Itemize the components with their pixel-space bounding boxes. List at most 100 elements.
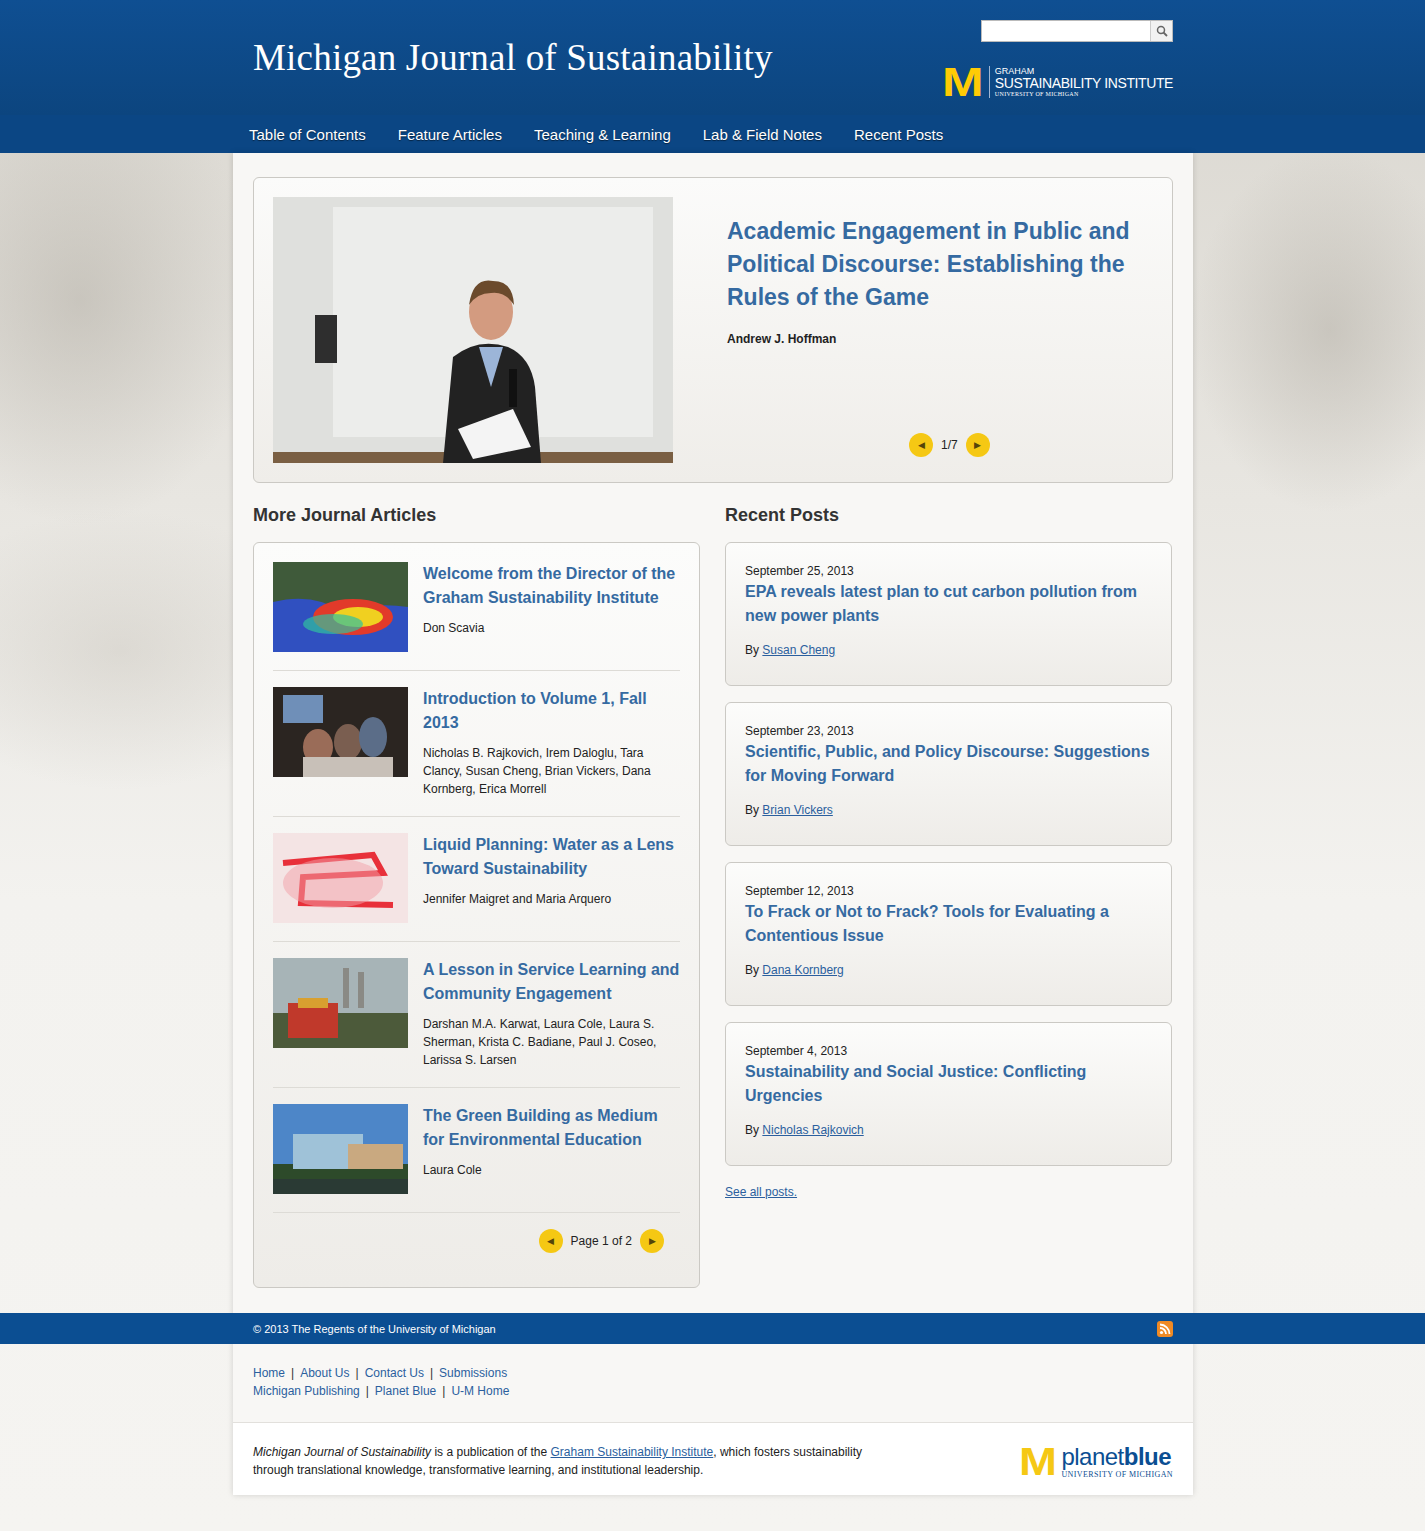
- feature-author: Andrew J. Hoffman: [727, 332, 1153, 346]
- article-title[interactable]: Welcome from the Director of the Graham …: [423, 565, 675, 606]
- post-date: September 23, 2013: [745, 722, 1152, 740]
- pager: ◀ 1/7 ▶: [909, 433, 1153, 457]
- post-title[interactable]: Scientific, Public, and Policy Discourse…: [745, 743, 1150, 784]
- footer-link[interactable]: Michigan Publishing: [253, 1384, 360, 1398]
- article-photo-icon: [273, 562, 408, 652]
- page-container: Academic Engagement in Public and Politi…: [233, 153, 1193, 1495]
- nav-item[interactable]: Feature Articles: [382, 126, 518, 143]
- nav-item[interactable]: Table of Contents: [233, 126, 382, 143]
- post-card: September 23, 2013 Scientific, Public, an…: [725, 702, 1172, 846]
- logo-divider: [989, 66, 990, 98]
- article-authors: Laura Cole: [423, 1161, 680, 1179]
- article-item: The Green Building as Medium for Environ…: [273, 1088, 680, 1213]
- previous-button[interactable]: ◀: [909, 433, 933, 457]
- article-authors: Jennifer Maigret and Maria Arquero: [423, 890, 680, 908]
- post-card: September 25, 2013EPA reveals latest pla…: [725, 542, 1172, 686]
- search-box: [981, 20, 1173, 42]
- post-title[interactable]: EPA reveals latest plan to cut carbon po…: [745, 583, 1137, 624]
- article-item: Liquid Planning: Water as a Lens Toward …: [273, 817, 680, 942]
- byline-label: By: [745, 1123, 759, 1137]
- search-button[interactable]: [1150, 21, 1172, 41]
- footer-bar: © 2013 The Regents of the University of …: [0, 1313, 1425, 1344]
- section-heading: More Journal Articles: [253, 505, 700, 526]
- pager-label: 1/7: [941, 438, 958, 452]
- byline-label: By: [745, 963, 759, 977]
- footer-link-row: Michigan Publishing | Planet Blue | U-M Home: [253, 1382, 1173, 1400]
- footer-link[interactable]: Planet Blue: [375, 1384, 436, 1398]
- footer-link[interactable]: Contact Us: [365, 1366, 424, 1380]
- magnifier-icon: [1156, 25, 1168, 37]
- site-title[interactable]: Michigan Journal of Sustainability: [253, 0, 773, 102]
- article-thumbnail[interactable]: [273, 1104, 408, 1194]
- institute-link[interactable]: Graham Sustainability Institute: [551, 1445, 714, 1459]
- logo-line: SUSTAINABILITY INSTITUTE: [995, 76, 1173, 91]
- link-separator: |: [442, 1384, 445, 1398]
- article-item: Welcome from the Director of the Graham …: [273, 562, 680, 671]
- post-card: September 12, 2013 To Frack or Not to Fra…: [725, 862, 1172, 1006]
- post-author[interactable]: Susan Cheng: [762, 643, 835, 657]
- link-separator: |: [356, 1366, 359, 1380]
- speaker-photo-icon: [273, 197, 673, 463]
- nav-item[interactable]: Recent Posts: [838, 126, 959, 143]
- planet-blue-logo[interactable]: MplanetblueUNIVERSITY OF MICHIGAN: [1022, 1443, 1173, 1481]
- post-date: September 4, 2013: [745, 1042, 1152, 1060]
- logo-word: blue: [1124, 1443, 1171, 1470]
- logo-mark: M: [942, 62, 981, 102]
- nav-item[interactable]: Lab & Field Notes: [687, 126, 838, 143]
- link-separator: |: [430, 1366, 433, 1380]
- footer-link[interactable]: Home: [253, 1366, 285, 1380]
- rss-icon[interactable]: [1157, 1321, 1173, 1337]
- main-nav: Table of ContentsFeature ArticlesTeachin…: [0, 115, 1425, 153]
- article-title[interactable]: The Green Building as Medium for Environ…: [423, 1107, 658, 1148]
- article-thumbnail[interactable]: [273, 958, 408, 1048]
- see-all-link[interactable]: See all posts.: [725, 1185, 797, 1199]
- pager-label: Page 1 of 2: [571, 1234, 632, 1248]
- post-author[interactable]: Brian Vickers: [762, 803, 832, 817]
- nav-item[interactable]: Teaching & Learning: [518, 126, 687, 143]
- previous-button[interactable]: ◀: [539, 1229, 563, 1253]
- article-thumbnail[interactable]: [273, 562, 408, 652]
- feature-slider: Academic Engagement in Public and Politi…: [253, 177, 1173, 483]
- feature-photo[interactable]: [273, 197, 673, 463]
- next-button[interactable]: ▶: [640, 1229, 664, 1253]
- search-input[interactable]: [982, 21, 1150, 41]
- footer-link[interactable]: U-M Home: [451, 1384, 509, 1398]
- post-title[interactable]: To Frack or Not to Frack? Tools for Eval…: [745, 903, 1109, 944]
- article-authors: Darshan M.A. Karwat, Laura Cole, Laura S…: [423, 1015, 680, 1069]
- article-photo-icon: [273, 687, 408, 777]
- article-title[interactable]: A Lesson in Service Learning and Communi…: [423, 961, 679, 1002]
- logo-line: UNIVERSITY OF MICHIGAN: [995, 91, 1173, 97]
- articles-card: Welcome from the Director of the Graham …: [253, 542, 700, 1288]
- article-photo-icon: [273, 1104, 408, 1194]
- footer-link-row: Home | About Us | Contact Us | Submissions: [253, 1364, 1173, 1382]
- footer-link[interactable]: Submissions: [439, 1366, 507, 1380]
- post-author[interactable]: Dana Kornberg: [762, 963, 843, 977]
- graham-institute-logo[interactable]: MGRAHAMSUSTAINABILITY INSTITUTEUNIVERSIT…: [946, 62, 1173, 102]
- article-photo-icon: [273, 833, 408, 923]
- link-separator: |: [291, 1366, 294, 1380]
- post-card: September 4, 2013 Sustainability and Soci…: [725, 1022, 1172, 1166]
- link-separator: |: [366, 1384, 369, 1398]
- article-item: A Lesson in Service Learning and Communi…: [273, 942, 680, 1088]
- about-band: Michigan Journal of Sustainability is a …: [233, 1422, 1193, 1495]
- next-button[interactable]: ▶: [966, 433, 990, 457]
- article-item: Introduction to Volume 1, Fall 2013 Nicho…: [273, 671, 680, 817]
- about-fragment: is a publication of the: [431, 1445, 550, 1459]
- article-authors: Nicholas B. Rajkovich, Irem Daloglu, Tar…: [423, 744, 680, 798]
- footer-link[interactable]: About Us: [300, 1366, 349, 1380]
- post-author[interactable]: Nicholas Rajkovich: [762, 1123, 863, 1137]
- copyright: © 2013 The Regents of the University of …: [253, 1323, 496, 1335]
- post-title[interactable]: Sustainability and Social Justice: Confl…: [745, 1063, 1086, 1104]
- article-title[interactable]: Liquid Planning: Water as a Lens Toward …: [423, 836, 674, 877]
- byline-label: By: [745, 803, 759, 817]
- article-thumbnail[interactable]: [273, 687, 408, 777]
- article-thumbnail[interactable]: [273, 833, 408, 923]
- pager: ◀ Page 1 of 2 ▶: [273, 1229, 664, 1253]
- logo-line: GRAHAM: [995, 67, 1173, 76]
- article-photo-icon: [273, 958, 408, 1048]
- feature-title[interactable]: Academic Engagement in Public and Politi…: [727, 215, 1153, 314]
- article-title[interactable]: Introduction to Volume 1, Fall 2013: [423, 690, 647, 731]
- post-date: September 12, 2013: [745, 882, 1152, 900]
- journal-name: Michigan Journal of Sustainability: [253, 1445, 431, 1459]
- logo-word: planet: [1061, 1443, 1123, 1470]
